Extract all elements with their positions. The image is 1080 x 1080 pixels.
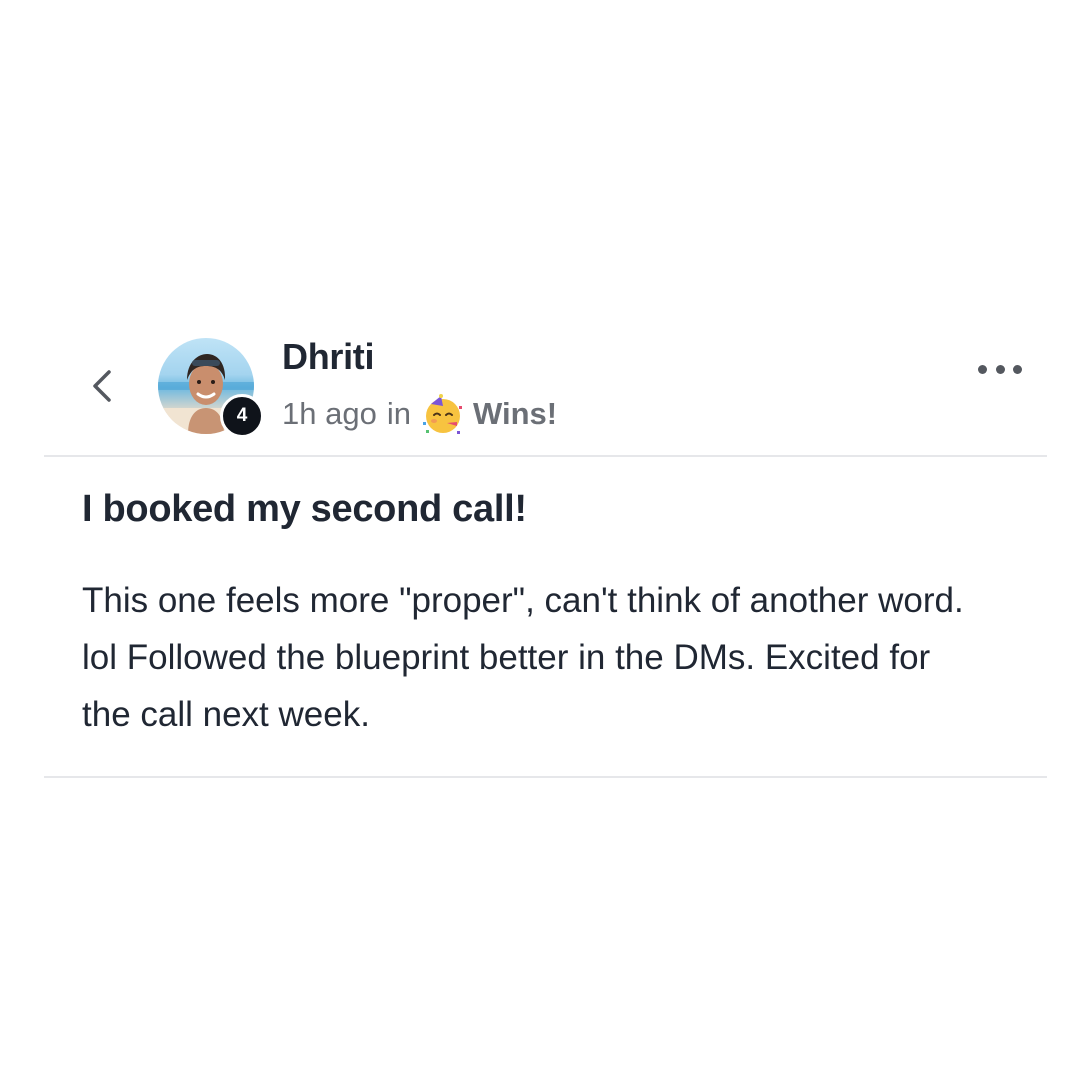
post-body: This one feels more "proper", can't thin… [82,581,964,734]
more-horizontal-icon [995,364,1005,374]
more-horizontal-icon [1013,364,1022,374]
author-name[interactable]: Dhriti [282,336,375,378]
post-time: 1h ago [282,396,377,431]
post-title: I booked my second call! [82,488,527,530]
more-horizontal-icon [978,364,987,374]
author-avatar-wrapper[interactable]: 4 [158,338,264,438]
chevron-left-icon [93,370,111,402]
post-meta: 1h ago in Wins! [282,392,557,436]
header-divider [44,455,1047,457]
meta-in-label: in [386,396,411,431]
more-options-button[interactable] [978,352,1022,386]
post-detail-page: 4 Dhriti 1h ago in Wins! I booked my sec… [0,0,1080,1080]
category-link[interactable]: Wins! [421,392,557,436]
category-name: Wins! [472,396,558,431]
partying-face-emoji-icon [422,394,462,434]
content-divider [44,776,1047,778]
back-button[interactable] [82,362,122,410]
level-badge: 4 [220,394,264,438]
